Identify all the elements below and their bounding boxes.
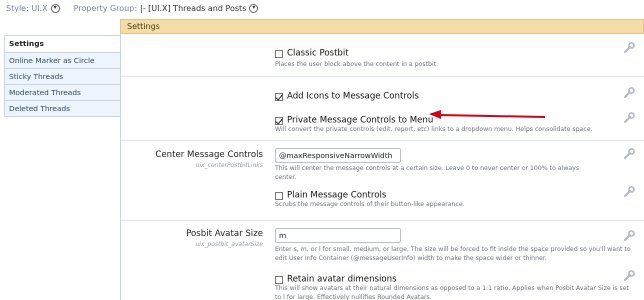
- sidebar-item-label: Settings: [9, 39, 44, 48]
- classic-postbit-label: Classic Postbit: [287, 48, 349, 59]
- property-group-dropdown-icon[interactable]: ▾: [249, 3, 259, 13]
- style-toolbar: Style: UI.X ▾ Property Group: |- [UI.X] …: [0, 0, 644, 16]
- avatar-size-label: Posbit Avatar Size: [186, 229, 263, 239]
- option-center-controls: Center Message Controls uix_centerPostbi…: [121, 140, 644, 181]
- avatar-size-sublabel: uix_postbit_avatarSize: [195, 241, 263, 248]
- plain-controls-checkbox[interactable]: [275, 191, 283, 200]
- private-controls-hint: Will convert the private controls (edit,…: [275, 126, 593, 133]
- retain-dims-hint: This will show avatars at their natural …: [275, 285, 629, 300]
- property-sidebar: Settings Online Marker as Circle Sticky …: [4, 35, 120, 117]
- sidebar-item-settings[interactable]: Settings: [4, 36, 120, 53]
- avatar-size-input[interactable]: m: [275, 228, 401, 243]
- settings-header-title: Settings: [127, 22, 160, 31]
- option-retain-dims: Retain avatar dimensions This will show …: [121, 264, 644, 300]
- option-private-controls: Private Message Controls to Menu Will co…: [121, 106, 644, 140]
- sidebar-item-label: Deleted Threads: [9, 104, 71, 113]
- sidebar-item-moderated-threads[interactable]: Moderated Threads: [4, 85, 120, 101]
- classic-postbit-checkbox[interactable]: [275, 49, 283, 58]
- avatar-size-hint: Enter s, m, or l for small, medium, or l…: [275, 246, 631, 262]
- wrench-icon[interactable]: [623, 42, 635, 54]
- add-icons-checkbox-wrap[interactable]: Add Icons to Message Controls: [275, 86, 419, 105]
- sidebar-item-online-marker[interactable]: Online Marker as Circle: [4, 53, 120, 69]
- settings-header: Settings: [120, 19, 644, 34]
- sidebar-item-label: Moderated Threads: [9, 88, 81, 97]
- private-controls-label: Private Message Controls to Menu: [287, 115, 434, 126]
- property-group-value[interactable]: |- [UI.X] Threads and Posts: [140, 4, 246, 13]
- option-avatar-size: Posbit Avatar Size uix_postbit_avatarSiz…: [121, 220, 644, 264]
- sidebar-item-sticky-threads[interactable]: Sticky Threads: [4, 69, 120, 85]
- plain-controls-label: Plain Message Controls: [287, 190, 387, 201]
- wrench-icon[interactable]: [623, 112, 635, 124]
- option-add-icons: Add Icons to Message Controls: [121, 76, 644, 106]
- retain-dims-label: Retain avatar dimensions: [287, 274, 397, 285]
- style-dropdown-icon[interactable]: ▾: [50, 3, 60, 13]
- sidebar-item-label: Online Marker as Circle: [9, 56, 95, 65]
- option-plain-controls: Plain Message Controls Scrubs the messag…: [121, 180, 644, 220]
- red-arrow-annotation: [429, 110, 546, 119]
- classic-postbit-hint: Places the user block above the content …: [275, 61, 439, 68]
- style-label: Style: UI.X: [6, 3, 48, 13]
- wrench-icon[interactable]: [623, 186, 635, 198]
- center-controls-sublabel: uix_centerPostbitLinks: [195, 162, 263, 169]
- property-group-label: Property Group:: [73, 3, 138, 13]
- wrench-icon[interactable]: [623, 270, 635, 282]
- wrench-icon[interactable]: [623, 230, 635, 242]
- option-classic-postbit: Classic Postbit Places the user block ab…: [121, 34, 644, 76]
- plain-controls-hint: Scrubs the message controls of their but…: [275, 201, 465, 208]
- private-controls-checkbox[interactable]: [275, 116, 283, 125]
- wrench-icon[interactable]: [623, 148, 635, 160]
- center-controls-label: Center Message Controls: [155, 150, 263, 160]
- sidebar-item-label: Sticky Threads: [9, 72, 64, 81]
- classic-postbit-checkbox-wrap[interactable]: Classic Postbit: [275, 43, 349, 62]
- sidebar-item-deleted-threads[interactable]: Deleted Threads: [4, 101, 120, 117]
- add-icons-checkbox[interactable]: [275, 92, 283, 101]
- retain-dims-checkbox[interactable]: [275, 275, 283, 284]
- add-icons-label: Add Icons to Message Controls: [287, 91, 419, 102]
- center-controls-input[interactable]: @maxResponsiveNarrowWidth: [275, 148, 401, 163]
- wrench-icon[interactable]: [623, 87, 635, 99]
- settings-panel: Classic Postbit Places the user block ab…: [120, 34, 644, 300]
